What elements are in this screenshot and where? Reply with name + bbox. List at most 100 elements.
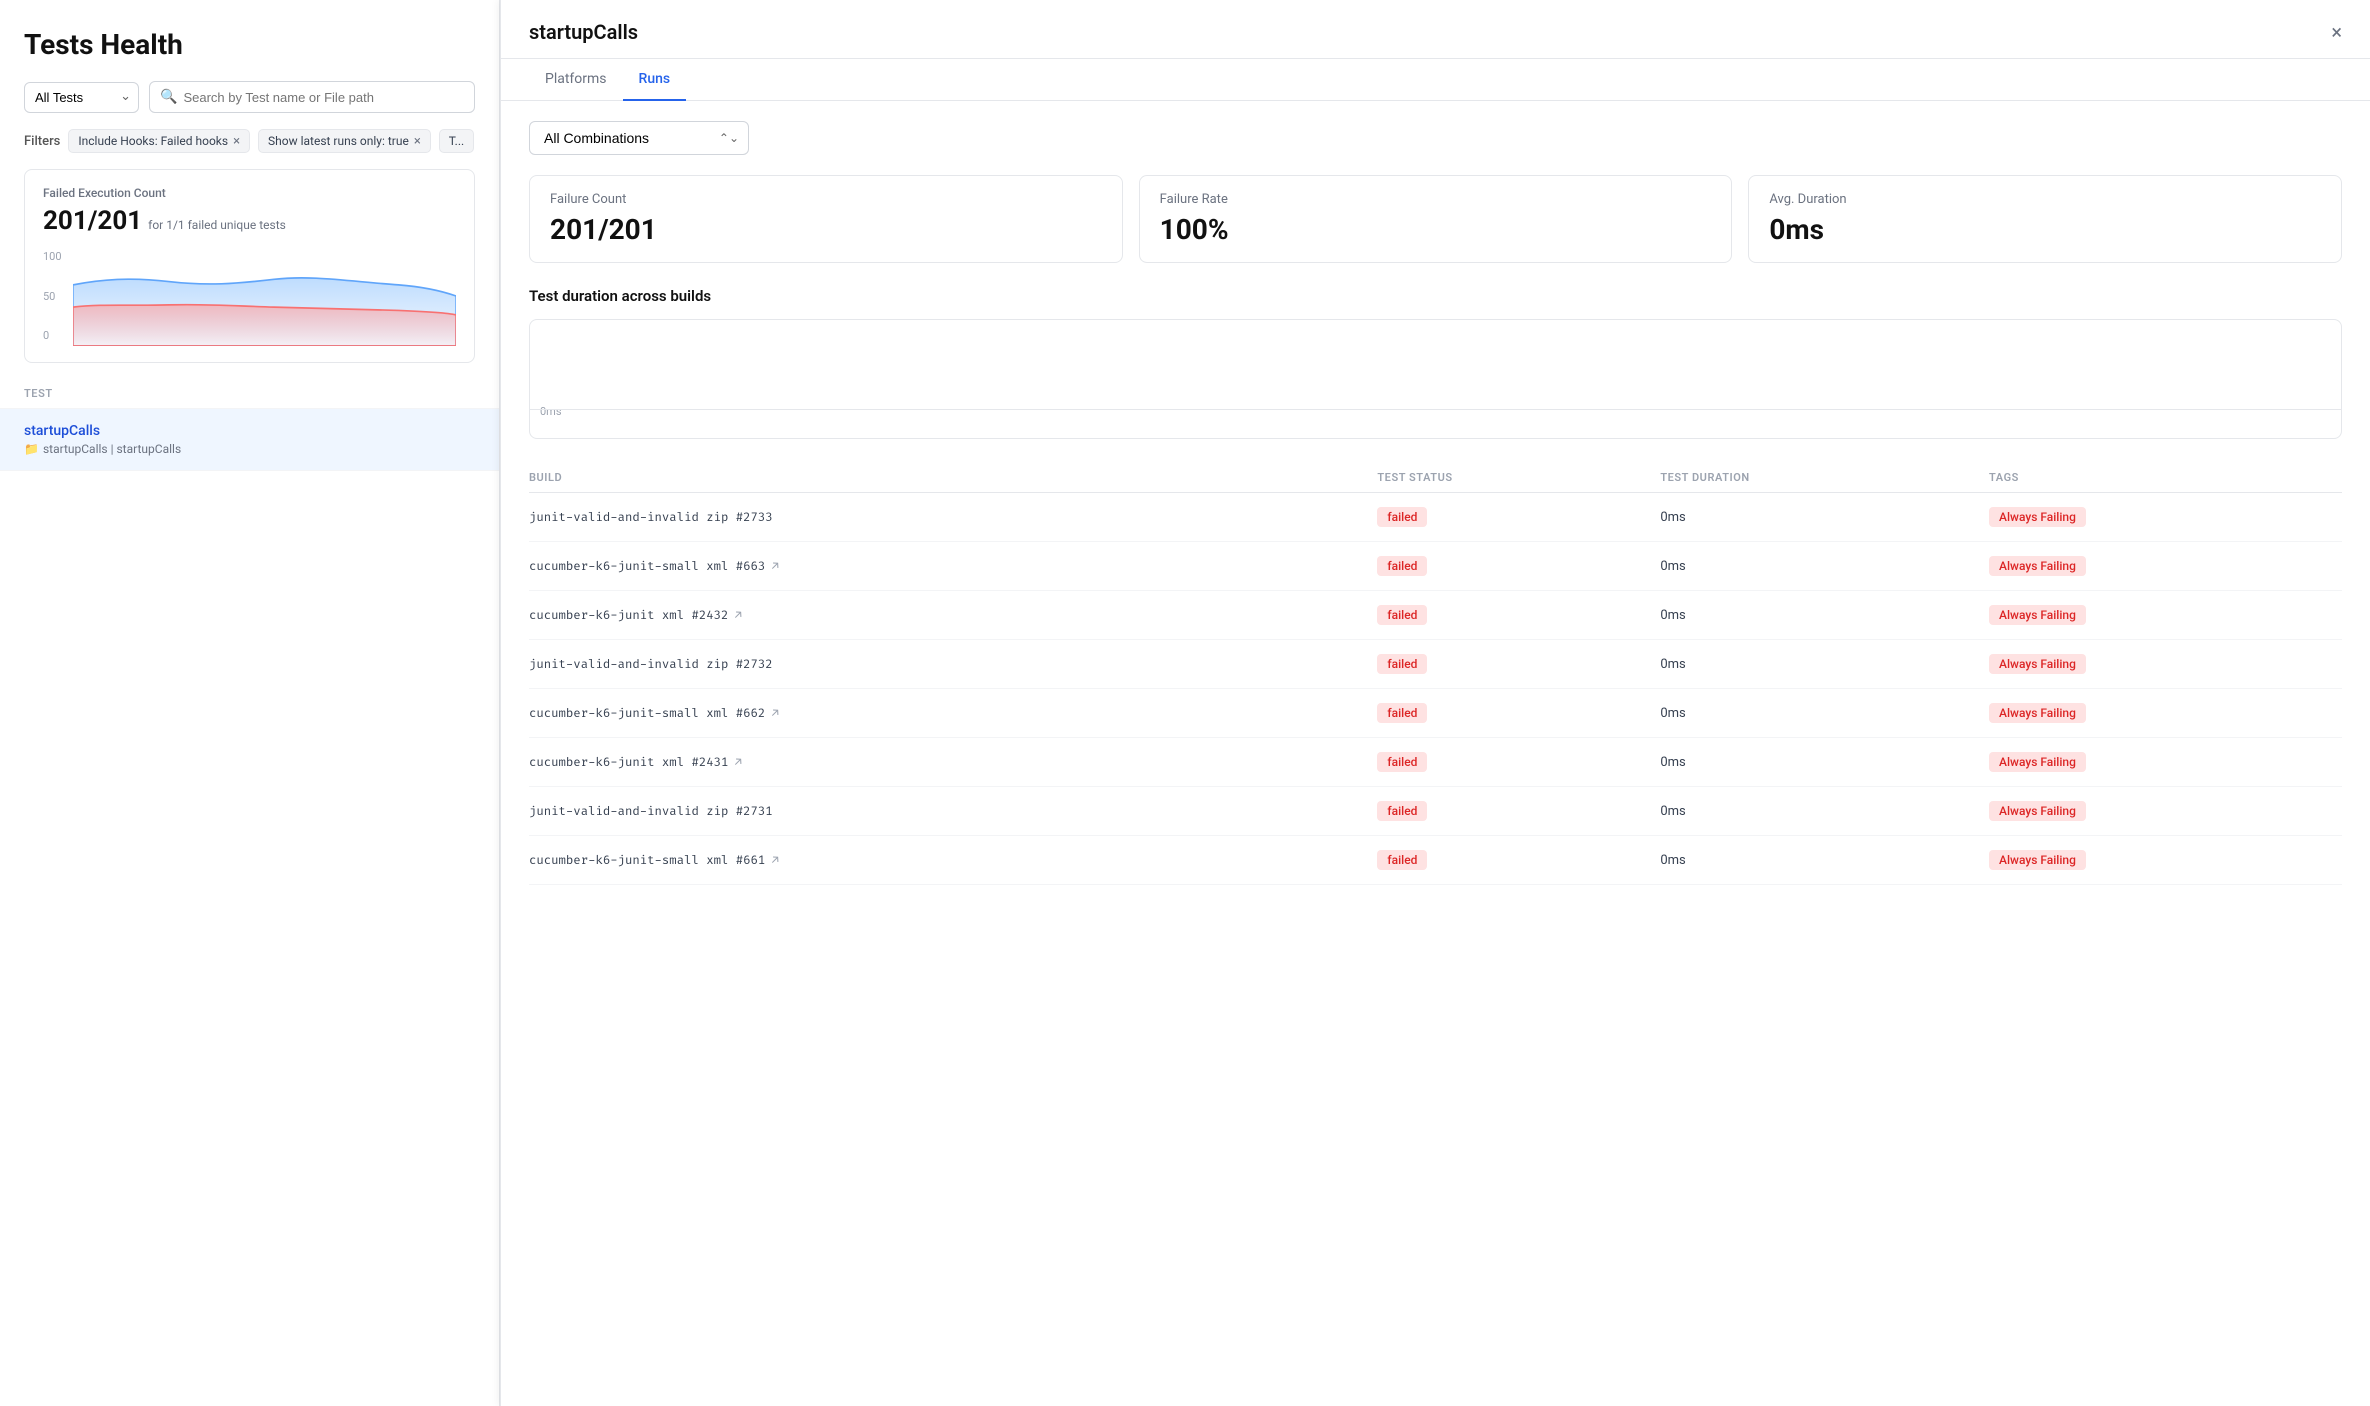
search-icon: 🔍 (160, 89, 177, 105)
close-button[interactable]: × (2331, 22, 2342, 56)
test-row-0[interactable]: startupCalls 📁 startupCalls | startupCal… (0, 409, 499, 471)
filter-tag-t[interactable]: T... (439, 129, 474, 153)
build-cell-6: junit-valid-and-invalid zip #2731 (529, 787, 1377, 836)
build-cell-1: cucumber-k6-junit-small xml #663↗ (529, 542, 1377, 591)
status-badge-4: failed (1377, 703, 1427, 723)
filters-row: Filters Include Hooks: Failed hooks × Sh… (0, 129, 499, 169)
col-tags: TAGS (1989, 463, 2342, 493)
build-name-1: cucumber-k6-junit-small xml #663↗ (529, 559, 1365, 574)
builds-table-row[interactable]: cucumber-k6-junit-small xml #662↗ failed 0… (529, 689, 2342, 738)
external-link-icon[interactable]: ↗ (771, 706, 778, 721)
build-cell-2: cucumber-k6-junit xml #2432↗ (529, 591, 1377, 640)
build-name-0: junit-valid-and-invalid zip #2733 (529, 510, 1365, 525)
status-cell-7: failed (1377, 836, 1660, 885)
duration-y-label: 0ms (540, 405, 562, 418)
chart-svg (73, 246, 456, 346)
build-name-4: cucumber-k6-junit-small xml #662↗ (529, 706, 1365, 721)
external-link-icon[interactable]: ↗ (771, 853, 778, 868)
stats-card-label: Failed Execution Count (43, 186, 456, 200)
metric-value-failure-count: 201/201 (550, 213, 1102, 246)
duration-cell-5: 0ms (1660, 738, 1989, 787)
filter-tag-hooks-text: Include Hooks: Failed hooks (78, 134, 228, 148)
status-badge-0: failed (1377, 507, 1427, 527)
drawer-tabs: Platforms Runs (501, 59, 2370, 101)
page-title: Tests Health (0, 0, 499, 81)
tag-cell-4: Always Failing (1989, 689, 2342, 738)
status-cell-1: failed (1377, 542, 1660, 591)
always-failing-tag-3: Always Failing (1989, 654, 2086, 674)
duration-cell-1: 0ms (1660, 542, 1989, 591)
filter-tag-hooks[interactable]: Include Hooks: Failed hooks × (68, 129, 250, 153)
builds-table-head: BUILD TEST STATUS TEST DURATION TAGS (529, 463, 2342, 493)
metric-label-avg-duration: Avg. Duration (1769, 192, 2321, 207)
tag-cell-3: Always Failing (1989, 640, 2342, 689)
tag-cell-6: Always Failing (1989, 787, 2342, 836)
duration-chart-area: 0ms (529, 319, 2342, 439)
build-name-2: cucumber-k6-junit xml #2432↗ (529, 608, 1365, 623)
external-link-icon[interactable]: ↗ (734, 608, 741, 623)
stats-card: Failed Execution Count 201/201 for 1/1 f… (24, 169, 475, 363)
filters-label: Filters (24, 134, 60, 149)
builds-table-body: junit-valid-and-invalid zip #2733failed0… (529, 493, 2342, 885)
test-column-header: TEST (24, 387, 53, 400)
test-filter-select[interactable]: All Tests Failing Tests Flaky Tests (24, 82, 139, 113)
filter-tag-hooks-remove[interactable]: × (233, 135, 240, 148)
build-name-6: junit-valid-and-invalid zip #2731 (529, 804, 1365, 819)
builds-table-row[interactable]: junit-valid-and-invalid zip #2731failed0… (529, 787, 2342, 836)
always-failing-tag-6: Always Failing (1989, 801, 2086, 821)
build-name-7: cucumber-k6-junit-small xml #661↗ (529, 853, 1365, 868)
duration-cell-3: 0ms (1660, 640, 1989, 689)
external-link-icon[interactable]: ↗ (734, 755, 741, 770)
always-failing-tag-5: Always Failing (1989, 752, 2086, 772)
builds-table-row[interactable]: junit-valid-and-invalid zip #2733failed0… (529, 493, 2342, 542)
status-cell-5: failed (1377, 738, 1660, 787)
filter-tag-t-text: T... (449, 134, 464, 148)
status-badge-2: failed (1377, 605, 1427, 625)
always-failing-tag-1: Always Failing (1989, 556, 2086, 576)
drawer-title: startupCalls (529, 20, 638, 58)
status-badge-1: failed (1377, 556, 1427, 576)
tab-runs[interactable]: Runs (623, 59, 687, 101)
builds-table-row[interactable]: cucumber-k6-junit-small xml #661↗ failed0… (529, 836, 2342, 885)
filter-tag-runs-text: Show latest runs only: true (268, 134, 409, 148)
tab-platforms[interactable]: Platforms (529, 59, 623, 101)
build-cell-4: cucumber-k6-junit-small xml #662↗ (529, 689, 1377, 738)
chart-y-50: 50 (43, 290, 62, 303)
duration-cell-7: 0ms (1660, 836, 1989, 885)
build-cell-3: junit-valid-and-invalid zip #2732 (529, 640, 1377, 689)
build-cell-7: cucumber-k6-junit-small xml #661↗ (529, 836, 1377, 885)
duration-chart-section: Test duration across builds 0ms (529, 287, 2342, 439)
tag-cell-1: Always Failing (1989, 542, 2342, 591)
tests-table-header: TEST (0, 379, 499, 409)
test-row-name-0: startupCalls (24, 423, 475, 439)
duration-cell-4: 0ms (1660, 689, 1989, 738)
builds-table: BUILD TEST STATUS TEST DURATION TAGS jun… (529, 463, 2342, 885)
left-panel: Tests Health All Tests Failing Tests Fla… (0, 0, 500, 1406)
status-cell-6: failed (1377, 787, 1660, 836)
builds-table-row[interactable]: cucumber-k6-junit xml #2432↗ failed 0msAlw… (529, 591, 2342, 640)
builds-table-row[interactable]: cucumber-k6-junit xml #2431↗failed0msAlw… (529, 738, 2342, 787)
status-cell-0: failed (1377, 493, 1660, 542)
search-input[interactable] (183, 90, 464, 105)
status-cell-4: failed (1377, 689, 1660, 738)
test-row-path-0: 📁 startupCalls | startupCalls (24, 442, 475, 456)
filter-tag-runs-remove[interactable]: × (414, 135, 421, 148)
duration-cell-2: 0ms (1660, 591, 1989, 640)
always-failing-tag-2: Always Failing (1989, 605, 2086, 625)
external-link-icon[interactable]: ↗ (771, 559, 778, 574)
test-filter-select-wrapper: All Tests Failing Tests Flaky Tests (24, 82, 139, 113)
search-bar: All Tests Failing Tests Flaky Tests 🔍 (0, 81, 499, 129)
builds-table-row[interactable]: cucumber-k6-junit-small xml #663↗ failed 0… (529, 542, 2342, 591)
filter-tag-runs[interactable]: Show latest runs only: true × (258, 129, 431, 153)
metric-label-failure-rate: Failure Rate (1160, 192, 1712, 207)
metric-card-failure-rate: Failure Rate 100% (1139, 175, 1733, 263)
test-row-path-text-0: startupCalls | startupCalls (43, 442, 181, 456)
always-failing-tag-7: Always Failing (1989, 850, 2086, 870)
chart-svg-wrap (73, 246, 456, 346)
combinations-select[interactable]: All Combinations Platform A Platform B (529, 121, 749, 155)
builds-table-row[interactable]: junit-valid-and-invalid zip #2732failed0… (529, 640, 2342, 689)
drawer-body: All Combinations Platform A Platform B F… (501, 101, 2370, 905)
metric-card-avg-duration: Avg. Duration 0ms (1748, 175, 2342, 263)
tab-runs-label: Runs (639, 71, 671, 87)
stats-subtext: for 1/1 failed unique tests (148, 218, 286, 232)
